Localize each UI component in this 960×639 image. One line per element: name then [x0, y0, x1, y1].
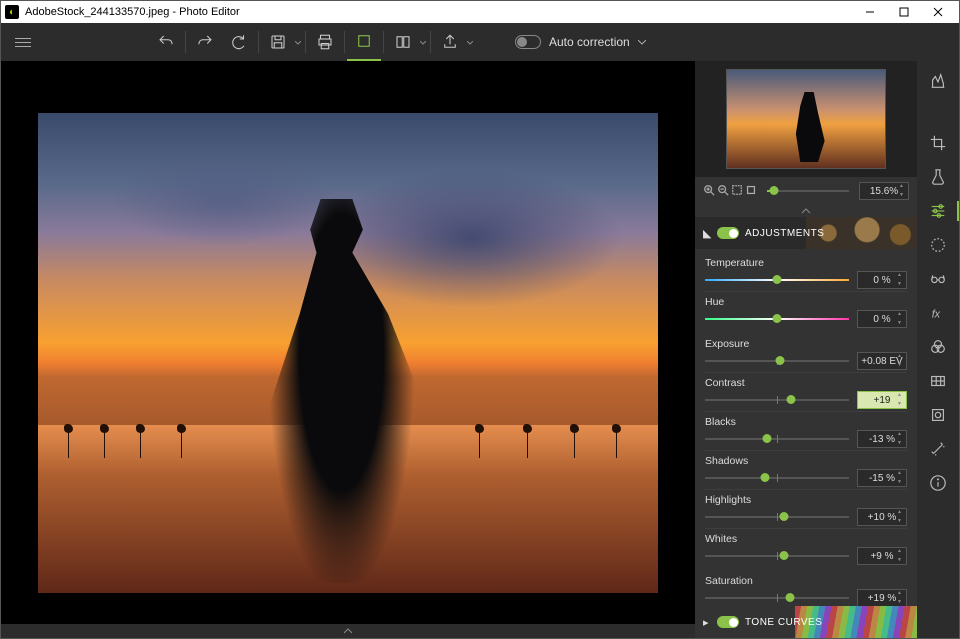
zoom-in-icon[interactable] [703, 184, 715, 199]
share-button[interactable] [433, 23, 467, 61]
close-button[interactable] [921, 1, 955, 23]
right-panel: 15.6%▲▼ ◣ ADJUSTMENTS Temperature 0 %▲▼ … [695, 61, 917, 638]
marquee-select-tool[interactable] [923, 233, 953, 257]
saturation-value[interactable]: +19 %▲▼ [857, 589, 907, 606]
channels-tool[interactable] [923, 335, 953, 359]
adj-saturation: Saturation +19 %▲▼ [705, 573, 907, 606]
adj-whites: Whites +9 %▲▼ [705, 531, 907, 567]
auto-correction-toggle[interactable] [515, 35, 541, 49]
exposure-slider[interactable] [705, 360, 849, 362]
zoom-value[interactable]: 15.6%▲▼ [859, 182, 909, 200]
frame-tool[interactable] [923, 403, 953, 427]
redo-button[interactable] [188, 23, 222, 61]
blacks-value[interactable]: -13 %▲▼ [857, 430, 907, 448]
tool-strip: fx [917, 61, 959, 638]
blacks-slider[interactable] [705, 438, 849, 440]
exposure-value[interactable]: +0.08 EV▲▼ [857, 352, 907, 370]
preview-thumb[interactable] [726, 69, 886, 169]
adj-shadows: Shadows -15 %▲▼ [705, 453, 907, 490]
revert-button[interactable] [222, 23, 256, 61]
auto-correction[interactable]: Auto correction [515, 35, 646, 49]
tonecurves-header[interactable]: ▸ TONE CURVES [695, 606, 917, 638]
contrast-slider[interactable] [705, 399, 849, 401]
toolbar: Auto correction [1, 23, 959, 61]
fx-tool[interactable]: fx [923, 301, 953, 325]
zoom-out-icon[interactable] [717, 184, 729, 199]
caret-icon: ▸ [703, 616, 711, 629]
adj-contrast: Contrast +19▲▼ [705, 375, 907, 412]
temperature-value[interactable]: 0 %▲▼ [857, 271, 907, 289]
tonecurves-label: TONE CURVES [745, 617, 822, 628]
lab-tool[interactable] [923, 165, 953, 189]
glasses-tool[interactable] [923, 267, 953, 291]
titlebar: ◐ AdobeStock_244133570.jpeg - Photo Edit… [1, 1, 959, 23]
maximize-button[interactable] [887, 1, 921, 23]
adj-blacks: Blacks -13 %▲▼ [705, 414, 907, 451]
bottom-collapse[interactable] [1, 624, 695, 638]
adjustments-body: Temperature 0 %▲▼ Hue 0 %▲▼ Exposure +0.… [695, 249, 917, 606]
compare-dropdown[interactable] [420, 36, 428, 48]
minimize-button[interactable] [853, 1, 887, 23]
tonecurves-toggle[interactable] [717, 616, 739, 628]
adjustments-label: ADJUSTMENTS [745, 228, 824, 239]
preview [695, 61, 917, 177]
contrast-value[interactable]: +19▲▼ [857, 391, 907, 409]
adj-hue: Hue 0 %▲▼ [705, 294, 907, 330]
hue-slider[interactable] [705, 318, 849, 320]
adj-exposure: Exposure +0.08 EV▲▼ [705, 336, 907, 373]
zoom-row: 15.6%▲▼ [695, 177, 917, 205]
main: 15.6%▲▼ ◣ ADJUSTMENTS Temperature 0 %▲▼ … [1, 61, 959, 638]
crop-tool[interactable] [923, 131, 953, 155]
sliders-tool[interactable] [923, 199, 953, 223]
highlights-slider[interactable] [705, 516, 849, 518]
canvas-area [1, 61, 695, 638]
share-dropdown[interactable] [467, 36, 475, 48]
save-button[interactable] [261, 23, 295, 61]
adj-temperature: Temperature 0 %▲▼ [705, 255, 907, 292]
window-title: AdobeStock_244133570.jpeg - Photo Editor [25, 6, 853, 18]
undo-button[interactable] [149, 23, 183, 61]
whites-value[interactable]: +9 %▲▼ [857, 547, 907, 565]
menu-button[interactable] [7, 23, 39, 61]
app-window: ◐ AdobeStock_244133570.jpeg - Photo Edit… [0, 0, 960, 639]
hue-value[interactable]: 0 %▲▼ [857, 310, 907, 328]
caret-icon: ◣ [703, 227, 711, 240]
photo [38, 113, 658, 593]
temperature-slider[interactable] [705, 279, 849, 281]
adjustments-header[interactable]: ◣ ADJUSTMENTS [695, 217, 917, 249]
marquee-tool[interactable] [347, 23, 381, 61]
whites-slider[interactable] [705, 555, 849, 557]
adj-highlights: Highlights +10 %▲▼ [705, 492, 907, 529]
zoom-100-icon[interactable] [745, 184, 757, 199]
auto-correction-label: Auto correction [549, 35, 630, 49]
info-tool[interactable] [923, 471, 953, 495]
adjustments-toggle[interactable] [717, 227, 739, 239]
highlights-value[interactable]: +10 %▲▼ [857, 508, 907, 526]
app-icon: ◐ [5, 5, 19, 19]
histogram-tool[interactable] [923, 69, 953, 93]
print-button[interactable] [308, 23, 342, 61]
shadows-slider[interactable] [705, 477, 849, 479]
save-dropdown[interactable] [295, 36, 303, 48]
zoom-fit-icon[interactable] [731, 184, 743, 199]
zoom-slider[interactable] [767, 190, 849, 192]
compare-tool[interactable] [386, 23, 420, 61]
grid-tool[interactable] [923, 369, 953, 393]
svg-text:fx: fx [932, 309, 941, 321]
wand-tool[interactable] [923, 437, 953, 461]
canvas[interactable] [1, 61, 695, 624]
shadows-value[interactable]: -15 %▲▼ [857, 469, 907, 487]
saturation-slider[interactable] [705, 597, 849, 599]
collapse-up[interactable] [695, 205, 917, 217]
